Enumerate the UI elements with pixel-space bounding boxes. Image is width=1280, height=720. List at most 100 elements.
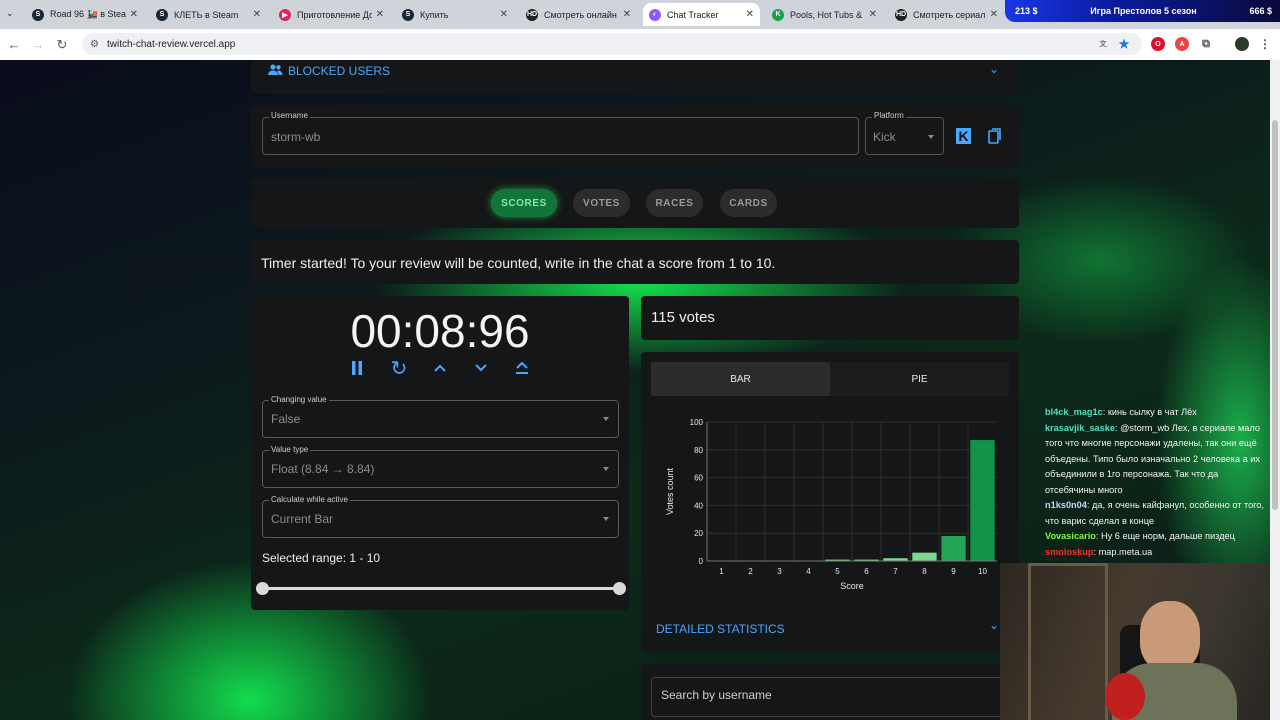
- close-tab-icon[interactable]: ✕: [623, 9, 631, 20]
- bar-score-10[interactable]: [970, 440, 995, 561]
- mode-tab-races[interactable]: RACES: [646, 189, 703, 217]
- close-tab-icon[interactable]: ✕: [990, 9, 998, 20]
- changing-value-dropdown-icon: [603, 417, 609, 421]
- mode-tab-votes[interactable]: VOTES: [573, 189, 630, 217]
- chat-text: @storm_wb Лех, в сериале мало того что м…: [1045, 422, 1261, 495]
- chat-message: smoloskup: map.meta.ua: [1045, 546, 1153, 557]
- changing-value-select[interactable]: [262, 400, 619, 438]
- webcam-person: [1140, 601, 1200, 671]
- chart-tab-bar[interactable]: BAR: [651, 362, 830, 396]
- votes-count: 115 votes: [651, 309, 715, 326]
- close-tab-icon[interactable]: ✕: [746, 9, 754, 20]
- browser-tab[interactable]: ◐ Chat Tracker ✕: [643, 3, 760, 26]
- chevron-down-icon[interactable]: ⌄: [989, 62, 999, 76]
- tab-favicon-icon: S: [402, 8, 414, 21]
- adblock-extension-icon[interactable]: A: [1175, 37, 1189, 51]
- stream-chat-overlay: bl4ck_mag1c: кинь сылку в чат Лёх krasavj…: [1045, 405, 1267, 560]
- stream-banner-left: 213 $: [1015, 6, 1038, 16]
- stream-overlay-banner: 213 $ Игра Престолов 5 сезон 666 $: [1005, 0, 1280, 22]
- streamer-webcam: [1000, 563, 1280, 720]
- range-slider-track[interactable]: [262, 587, 619, 590]
- opera-extension-icon[interactable]: O: [1151, 37, 1165, 51]
- chart-tab-pie[interactable]: PIE: [830, 362, 1009, 396]
- browser-tab[interactable]: HD Смотреть онлайн фи… ✕: [520, 3, 637, 26]
- y-tick-label: 0: [699, 557, 704, 566]
- chat-message: krasavjik_saske: @storm_wb Лех, в сериал…: [1045, 422, 1261, 495]
- browser-tab[interactable]: K Pools, Hot Tubs & Bi… ✕: [766, 3, 883, 26]
- close-tab-icon[interactable]: ✕: [130, 9, 138, 20]
- range-slider-max-handle[interactable]: [613, 582, 626, 595]
- platform-label: Platform: [872, 111, 906, 120]
- webcam-shelf: [1028, 563, 1108, 720]
- x-tick-label: 2: [748, 567, 753, 576]
- browser-tab[interactable]: S Road 96 🚂 в Steam ✕: [26, 3, 144, 26]
- tab-favicon-icon: HD: [526, 8, 538, 21]
- tab-favicon-icon: K: [772, 8, 784, 21]
- close-tab-icon[interactable]: ✕: [253, 9, 261, 20]
- translate-icon[interactable]: 文: [1096, 37, 1110, 51]
- x-tick-label: 4: [806, 567, 811, 576]
- platform-dropdown-icon: [928, 135, 934, 139]
- mode-tab-scores[interactable]: SCORES: [491, 189, 557, 217]
- kick-logo-icon[interactable]: K: [956, 128, 971, 144]
- detailed-statistics-label[interactable]: DETAILED STATISTICS: [656, 622, 785, 636]
- bar-score-9[interactable]: [941, 535, 966, 561]
- tab-favicon-icon: S: [32, 8, 44, 21]
- url-text: twitch-chat-review.vercel.app: [106, 38, 236, 50]
- calculate-while-active-label: Calculate while active: [269, 495, 350, 504]
- site-info-icon[interactable]: ⚙: [90, 39, 99, 50]
- chat-username: n1ks0n04: [1045, 500, 1087, 510]
- pause-icon[interactable]: [346, 357, 368, 379]
- tab-title: КЛЕТЬ в Steam: [174, 9, 239, 20]
- profile-avatar[interactable]: [1235, 37, 1249, 51]
- x-tick-label: 7: [893, 567, 898, 576]
- y-tick-label: 60: [694, 474, 703, 483]
- browser-tab[interactable]: ▶ Приготовление Дом… ✕: [273, 3, 390, 26]
- x-tick-label: 3: [777, 567, 782, 576]
- chat-message: Vovasicario: Ну 6 еще норм, дальше пизде…: [1045, 531, 1235, 541]
- chevron-down-icon[interactable]: ⌄: [989, 618, 999, 632]
- close-tab-icon[interactable]: ✕: [500, 9, 508, 20]
- stream-banner-center: Игра Престолов 5 сезон: [1090, 6, 1197, 16]
- timer-notice-text: Timer started! To your review will be co…: [261, 255, 776, 271]
- tab-title: Приготовление Дом…: [297, 9, 372, 20]
- forward-icon[interactable]: →: [28, 35, 48, 55]
- bookmark-star-icon[interactable]: ★: [1117, 37, 1131, 51]
- address-bar[interactable]: ⚙ twitch-chat-review.vercel.app: [82, 33, 1142, 55]
- calculate-dropdown-icon: [603, 517, 609, 521]
- browser-tab[interactable]: S КЛЕТЬ в Steam ✕: [150, 3, 267, 26]
- back-icon[interactable]: ←: [4, 35, 24, 55]
- mode-tab-cards[interactable]: CARDS: [720, 189, 777, 217]
- votes-summary-card: 115 votes: [641, 296, 1019, 340]
- stream-banner-right: 666 $: [1249, 6, 1272, 16]
- blocked-users-panel[interactable]: BLOCKED USERS ⌄: [251, 60, 1019, 94]
- reset-icon[interactable]: ↻: [388, 357, 410, 380]
- range-slider-min-handle[interactable]: [256, 582, 269, 595]
- tab-title: Смотреть сериал Иг…: [913, 9, 986, 20]
- webcam-red-toy: [1105, 673, 1145, 720]
- reload-icon[interactable]: ↻: [52, 35, 72, 55]
- collapse-up-icon[interactable]: [511, 357, 533, 379]
- page-scrollbar-thumb[interactable]: [1272, 120, 1278, 510]
- timer-display: 00:08:96: [350, 305, 530, 357]
- extensions-icon[interactable]: ⧉: [1199, 37, 1213, 51]
- platform-value: Kick: [873, 130, 896, 144]
- chat-text: кинь сылку в чат Лёх: [1107, 407, 1197, 417]
- browser-tab[interactable]: HD Смотреть сериал Иг… ✕: [889, 3, 1004, 26]
- tab-search-button[interactable]: ⌄: [6, 8, 14, 19]
- close-tab-icon[interactable]: ✕: [869, 9, 877, 20]
- chevron-up-icon[interactable]: [429, 357, 451, 379]
- copy-icon[interactable]: [988, 128, 1002, 144]
- chat-username: smoloskup: [1045, 546, 1094, 557]
- mode-selector-card: [251, 178, 1019, 228]
- tab-title: Смотреть онлайн фи…: [544, 9, 619, 20]
- browser-tab[interactable]: S Купить ✕: [396, 3, 514, 26]
- tab-title: Купить: [420, 9, 449, 20]
- y-tick-label: 100: [690, 418, 704, 427]
- username-field[interactable]: [262, 117, 859, 155]
- browser-menu-icon[interactable]: ⋮: [1258, 37, 1272, 51]
- close-tab-icon[interactable]: ✕: [376, 9, 384, 20]
- blocked-users-label: BLOCKED USERS: [288, 64, 391, 78]
- bar-score-8[interactable]: [912, 552, 937, 561]
- chevron-down-icon[interactable]: [470, 357, 492, 379]
